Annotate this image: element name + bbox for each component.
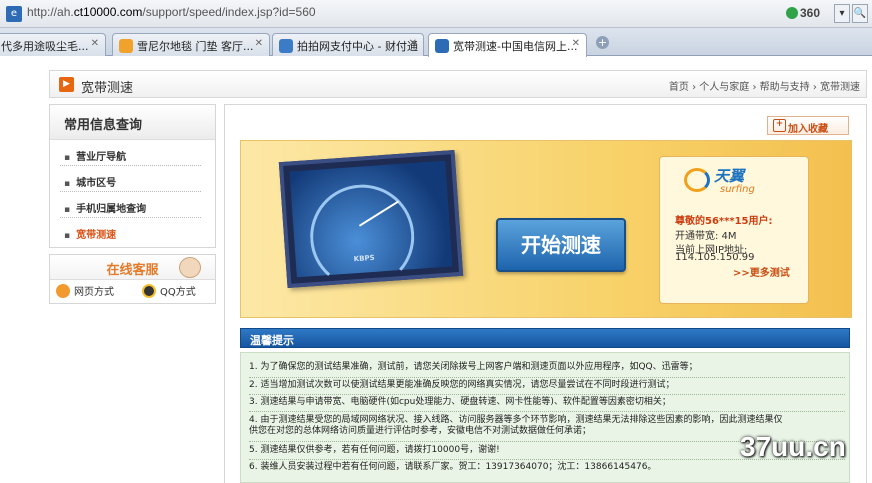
add-bookmark-button[interactable]: 加入收藏 <box>767 116 849 135</box>
tab-favicon-icon <box>279 39 293 53</box>
speedometer-icon <box>306 181 418 293</box>
url-text[interactable]: http://ah.ct10000.com/support/speed/inde… <box>27 5 316 19</box>
close-tab-icon[interactable]: ✕ <box>255 38 263 49</box>
tip-item-continued: 供您在对您的总体网络访问质量进行评估时参考，安徽电信不对测试数据做任何承诺； <box>249 426 592 436</box>
arrow-right-icon: ▶ <box>59 77 74 92</box>
tab-4-active[interactable]: 宽带测速-中国电信网上... ✕ <box>428 33 587 57</box>
chat-face-icon <box>56 284 70 298</box>
page-header: ▶ 宽带测速 首页 › 个人与家庭 › 帮助与支持 › 宽带测速 <box>49 70 867 98</box>
tab-favicon-icon <box>435 39 449 53</box>
tab-label: 雪尼尔地毯 门垫 客厅... <box>137 40 254 53</box>
tip-item: 1. 为了确保您的测试结果准确，测试前，请您关闭除拨号上网客户端和测速页面以外应… <box>249 362 698 372</box>
start-speed-test-button[interactable]: 开始测速 <box>496 218 626 272</box>
sidebar: 常用信息查询 营业厅导航 城市区号 手机归属地查询 宽带测速 <box>49 104 216 248</box>
tip-item: 5. 测速结果仅供参考，若有任何问题，请拨打10000号，谢谢! <box>249 445 500 455</box>
divider <box>249 411 845 412</box>
divider <box>249 394 845 395</box>
more-tests-link[interactable]: >>更多测试 <box>733 264 790 279</box>
close-tab-icon[interactable]: ✕ <box>91 38 99 49</box>
web-chat-button[interactable]: 网页方式 <box>56 283 114 298</box>
tab-1[interactable]: 代多用途吸尘毛... ✕ <box>0 33 106 56</box>
kbps-label: KBPS <box>353 253 375 264</box>
sidebar-item-hall-navigation[interactable]: 营业厅导航 <box>60 140 201 166</box>
sidebar-item-city-code[interactable]: 城市区号 <box>60 166 201 192</box>
tab-2[interactable]: 雪尼尔地毯 门垫 客厅... ✕ <box>112 33 270 56</box>
tab-label: 宽带测速-中国电信网上... <box>453 40 578 53</box>
search-button[interactable]: 🔍 <box>852 4 868 23</box>
new-tab-icon[interactable]: + <box>596 36 609 49</box>
dropdown-button[interactable]: ▾ <box>834 4 850 23</box>
tip-item: 2. 适当增加测试次数可以使测试结果更能准确反映您的网络真实情况，请您尽量尝试在… <box>249 380 675 390</box>
brand-en: surfing <box>720 184 755 195</box>
breadcrumb[interactable]: 首页 › 个人与家庭 › 帮助与支持 › 宽带测速 <box>669 78 860 93</box>
tab-label: 代多用途吸尘毛... <box>1 40 89 53</box>
address-bar[interactable]: e http://ah.ct10000.com/support/speed/in… <box>0 0 872 28</box>
watermark-logo: 37uu.cn <box>740 431 846 462</box>
site-favicon-icon: e <box>6 6 22 22</box>
tianyi-logo: 天翼 surfing <box>684 165 764 199</box>
security-360-badge[interactable]: 360 <box>786 6 820 20</box>
tip-item: 6. 装维人员安装过程中若有任何问题，请联系厂家。贺工：13917364070；… <box>249 462 657 472</box>
tab-3[interactable]: 拍拍网支付中心 - 财付通 ✕ <box>272 33 424 56</box>
ip-address: 114.105.150.99 <box>675 252 755 263</box>
qq-penguin-icon <box>142 284 156 298</box>
bandwidth-info: 开通带宽: 4M <box>675 231 737 242</box>
page-title: 宽带测速 <box>81 81 134 96</box>
shield-check-icon <box>786 7 798 19</box>
brand-cn: 天翼 <box>714 167 745 185</box>
online-service-panel: 在线客服 网页方式 QQ方式 <box>49 254 216 304</box>
tip-item: 4. 由于测速结果受您的局域网网络状况、接入线路、访问服务器等多个环节影响，测速… <box>249 415 783 425</box>
tianyi-logo-icon <box>684 168 710 192</box>
close-tab-icon[interactable]: ✕ <box>409 38 417 49</box>
monitor-screen: KBPS <box>289 160 453 293</box>
divider <box>249 377 845 378</box>
sidebar-heading: 常用信息查询 <box>50 105 215 140</box>
sidebar-item-phone-location[interactable]: 手机归属地查询 <box>60 192 201 218</box>
support-agent-avatar <box>179 257 201 278</box>
close-tab-icon[interactable]: ✕ <box>572 38 580 49</box>
tab-strip: 代多用途吸尘毛... ✕ 雪尼尔地毯 门垫 客厅... ✕ 拍拍网支付中心 - … <box>0 28 872 57</box>
qq-chat-button[interactable]: QQ方式 <box>142 283 196 298</box>
user-greeting: 尊敬的56***15用户: <box>675 216 773 227</box>
tips-heading: 温馨提示 <box>240 328 850 348</box>
tab-label: 拍拍网支付中心 - 财付通 <box>297 40 418 53</box>
tip-item: 3. 测速结果与申请带宽、电脑硬件(如cpu处理能力、硬盘转速、网卡性能等)、软… <box>249 397 671 407</box>
tab-favicon-icon <box>119 39 133 53</box>
speed-monitor-image: KBPS <box>278 150 464 293</box>
sidebar-item-speed-test[interactable]: 宽带测速 <box>60 218 201 244</box>
